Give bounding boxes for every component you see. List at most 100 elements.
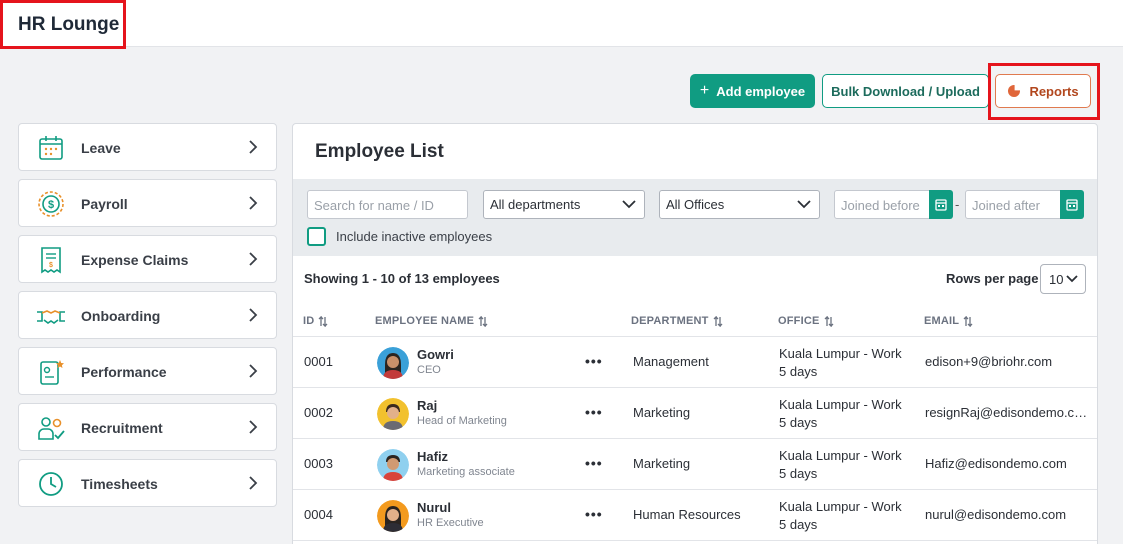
sidebar-item-recruitment[interactable]: Recruitment: [18, 403, 277, 451]
add-employee-label: Add employee: [716, 83, 806, 99]
bulk-download-upload-button[interactable]: Bulk Download / Upload: [822, 74, 989, 108]
joined-after-calendar-button[interactable]: [1060, 190, 1084, 219]
employee-title: CEO: [417, 364, 441, 376]
employee-title: Marketing associate: [417, 466, 515, 478]
sidebar-item-label: Expense Claims: [81, 252, 189, 268]
column-header-label: EMPLOYEE NAME: [375, 315, 475, 327]
include-inactive-checkbox[interactable]: [307, 227, 326, 246]
table-row[interactable]: 0002 Raj Head of Marketing ••• Marketing…: [293, 388, 1097, 439]
table-header: ID EMPLOYEE NAME DEPARTMENT OFFICE EMAIL: [293, 307, 1097, 337]
panel-title: Employee List: [315, 141, 444, 162]
plus-icon: +: [699, 82, 710, 99]
sidebar-item-onboarding[interactable]: Onboarding: [18, 291, 277, 339]
employee-office: Kuala Lumpur - Work 5 days: [779, 397, 902, 430]
office-select[interactable]: All Offices: [659, 190, 820, 219]
rows-per-page-label: Rows per page: [946, 271, 1039, 286]
employee-name[interactable]: Hafiz: [417, 449, 448, 464]
svg-text:$: $: [48, 199, 54, 211]
sidebar-item-label: Leave: [81, 140, 121, 156]
pie-chart-icon: [1008, 84, 1022, 97]
filter-bar: Search for name / ID All departments All…: [293, 179, 1097, 256]
sidebar-item-label: Performance: [81, 364, 167, 380]
employee-list-panel: Employee List Search for name / ID All d…: [292, 123, 1098, 544]
column-header-employee-name[interactable]: EMPLOYEE NAME: [375, 315, 488, 327]
employee-name[interactable]: Gowri: [417, 347, 454, 362]
showing-count: Showing 1 - 10 of 13 employees: [304, 271, 500, 286]
more-options-icon[interactable]: •••: [585, 455, 603, 471]
chevron-right-icon: [249, 140, 258, 154]
sidebar-item-performance[interactable]: Performance: [18, 347, 277, 395]
department-select-value: All departments: [490, 197, 581, 212]
employee-name[interactable]: Raj: [417, 398, 437, 413]
more-options-icon[interactable]: •••: [585, 404, 603, 420]
include-inactive-label: Include inactive employees: [336, 229, 493, 244]
add-employee-button[interactable]: + Add employee: [690, 74, 815, 108]
receipt-icon: $: [41, 247, 61, 274]
employee-department: Management: [633, 354, 709, 369]
sidebar-item-label: Onboarding: [81, 308, 161, 324]
top-bar: [0, 0, 1123, 47]
employee-email: edison+9@briohr.com: [925, 354, 1053, 369]
sidebar-item-expense-claims[interactable]: $ Expense Claims: [18, 235, 277, 283]
employee-id: 0004: [304, 507, 333, 522]
rows-per-page-select[interactable]: 10: [1040, 264, 1086, 294]
joined-before-calendar-button[interactable]: [929, 190, 953, 219]
sidebar-item-leave[interactable]: Leave: [18, 123, 277, 171]
more-options-icon[interactable]: •••: [585, 353, 603, 369]
column-header-office[interactable]: OFFICE: [778, 315, 834, 327]
reports-label: Reports: [1029, 83, 1079, 99]
column-header-id[interactable]: ID: [303, 315, 328, 327]
column-header-email[interactable]: EMAIL: [924, 315, 973, 327]
column-header-department[interactable]: DEPARTMENT: [631, 315, 723, 327]
column-header-label: ID: [303, 315, 315, 327]
department-select[interactable]: All departments: [483, 190, 645, 219]
table-row[interactable]: 0001 Gowri CEO ••• Management Kuala Lump…: [293, 337, 1097, 388]
more-options-icon[interactable]: •••: [585, 506, 603, 522]
clock-icon: [39, 472, 63, 496]
sort-icon: [963, 315, 973, 327]
employee-email: Hafiz@edisondemo.com: [925, 456, 1067, 471]
chevron-down-icon: [1066, 275, 1078, 283]
column-header-label: EMAIL: [924, 315, 960, 327]
employee-office: Kuala Lumpur - Work 5 days: [779, 346, 902, 379]
chevron-down-icon: [797, 200, 811, 209]
sort-icon: [824, 315, 834, 327]
sidebar-item-payroll[interactable]: $ Payroll: [18, 179, 277, 227]
sidebar-item-label: Recruitment: [81, 420, 163, 436]
employee-department: Marketing: [633, 456, 691, 471]
column-header-label: OFFICE: [778, 315, 820, 327]
table-row[interactable]: 0004 Nurul HR Executive ••• Human Resour…: [293, 490, 1097, 541]
employee-department: Marketing: [633, 405, 691, 420]
employee-email: resignRaj@edisondemo.com: [925, 405, 1091, 420]
app-title: HR Lounge: [0, 0, 126, 49]
employee-name[interactable]: Nurul: [417, 500, 451, 515]
rows-per-page-value: 10: [1049, 272, 1064, 287]
avatar: [377, 449, 409, 481]
employee-title: Head of Marketing: [417, 415, 507, 427]
date-range-separator: -: [955, 197, 960, 212]
employee-department: Human Resources: [633, 507, 741, 522]
search-input[interactable]: Search for name / ID: [307, 190, 468, 219]
chevron-right-icon: [249, 196, 258, 210]
clipboard-star-icon: [40, 360, 64, 385]
column-header-label: DEPARTMENT: [631, 315, 709, 327]
chevron-right-icon: [249, 308, 258, 322]
reports-button[interactable]: Reports: [995, 74, 1091, 108]
sort-icon: [713, 315, 723, 327]
employee-title: HR Executive: [417, 517, 484, 529]
chevron-right-icon: [249, 420, 258, 434]
sidebar-item-timesheets[interactable]: Timesheets: [18, 459, 277, 507]
employee-email: nurul@edisondemo.com: [925, 507, 1067, 522]
employee-office: Kuala Lumpur - Work 5 days: [779, 499, 902, 532]
employee-id: 0003: [304, 456, 333, 471]
joined-after-input[interactable]: Joined after: [965, 190, 1061, 219]
calendar-icon: [1066, 199, 1078, 211]
chevron-down-icon: [622, 200, 636, 209]
sort-icon: [478, 315, 488, 327]
dollar-coin-icon: $: [38, 191, 64, 217]
svg-text:$: $: [49, 262, 53, 269]
employee-id: 0002: [304, 405, 333, 420]
table-row[interactable]: 0003 Hafiz Marketing associate ••• Marke…: [293, 439, 1097, 490]
joined-before-input[interactable]: Joined before: [834, 190, 930, 219]
chevron-right-icon: [249, 252, 258, 266]
